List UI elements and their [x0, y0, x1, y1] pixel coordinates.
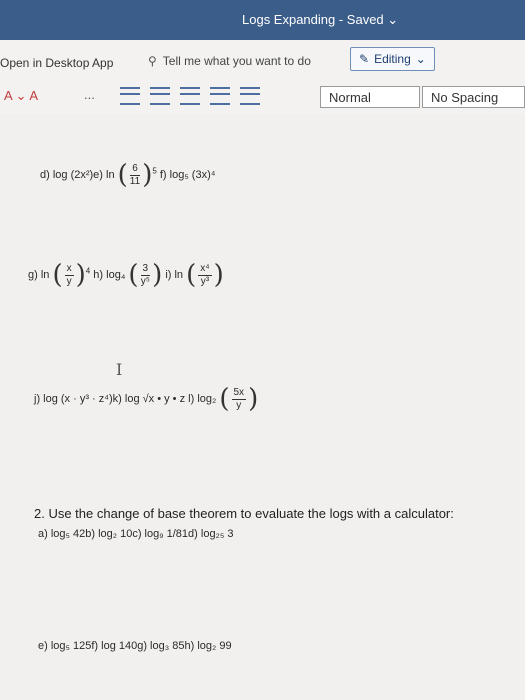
pencil-icon: ✎	[359, 52, 370, 66]
question-2-a-d: a) log₅ 42b) log₂ 10c) log₉ 1/81d) log₂₅…	[38, 528, 234, 540]
question-2: 2. Use the change of base theorem to eva…	[34, 506, 454, 521]
menu-bar: Open in Desktop App ⚲ Tell me what you w…	[0, 40, 525, 78]
style-no-spacing-label: No Spacing	[431, 89, 499, 105]
document-title: Logs Expanding - Saved ⌄	[242, 12, 399, 27]
paragraph-tools	[120, 87, 260, 105]
bullets-icon[interactable]	[120, 87, 140, 105]
question-2-e-h: e) log₅ 125f) log 140g) log₃ 85h) log₂ 9…	[38, 640, 232, 652]
lightbulb-icon: ⚲	[148, 54, 157, 68]
problem-f: f) log₅ (3x)⁴	[159, 168, 216, 181]
tell-me-label: Tell me what you want to do	[162, 54, 311, 68]
numbering-icon[interactable]	[150, 87, 170, 105]
more-options-button[interactable]: ...	[84, 87, 95, 102]
problem-h: h) log₄	[93, 268, 126, 281]
increase-indent-icon[interactable]	[210, 87, 230, 105]
style-normal-label: Normal	[329, 89, 371, 105]
editing-mode-button[interactable]: ✎ Editing ⌄	[350, 47, 435, 71]
problems-d-f: d) log (2x²)e) ln (6 11)5 f) log₅ (3x)⁴	[40, 160, 216, 190]
document-page[interactable]: d) log (2x²)e) ln (6 11)5 f) log₅ (3x)⁴ g…	[0, 114, 525, 700]
style-normal[interactable]: Normal	[320, 86, 420, 108]
problem-d-e: d) log (2x²)e) ln	[40, 168, 115, 181]
exponent-5: 5	[152, 166, 157, 176]
open-in-desktop-app-link[interactable]: Open in Desktop App	[0, 56, 113, 70]
problem-i: i) ln	[165, 268, 184, 281]
problem-j-k: j) log (x · y³ · z⁴)k) log √x • y • z	[34, 392, 186, 405]
align-icon[interactable]	[240, 87, 260, 105]
fraction-6-11: 6 11	[129, 162, 141, 187]
problems-g-i: g) ln (x y)4 h) log₄ (3 y⁵) i) ln (x⁴ y³)	[28, 260, 224, 290]
problem-g: g) ln	[28, 268, 50, 281]
font-color-button[interactable]: A ⌄ A	[4, 88, 38, 104]
decrease-indent-icon[interactable]	[180, 87, 200, 105]
ribbon-toolbar: A ⌄ A ... Normal No Spacing	[0, 78, 525, 115]
title-bar: Logs Expanding - Saved ⌄	[0, 0, 525, 40]
chevron-down-icon: ⌄	[415, 52, 426, 66]
editing-label: Editing	[374, 52, 411, 66]
problems-j-l: j) log (x · y³ · z⁴)k) log √x • y • z l)…	[34, 384, 259, 414]
problem-l: l) log₂	[188, 392, 217, 405]
text-cursor-icon: I	[116, 360, 123, 379]
tell-me-search[interactable]: ⚲ Tell me what you want to do	[148, 54, 311, 68]
style-no-spacing[interactable]: No Spacing	[422, 86, 525, 108]
